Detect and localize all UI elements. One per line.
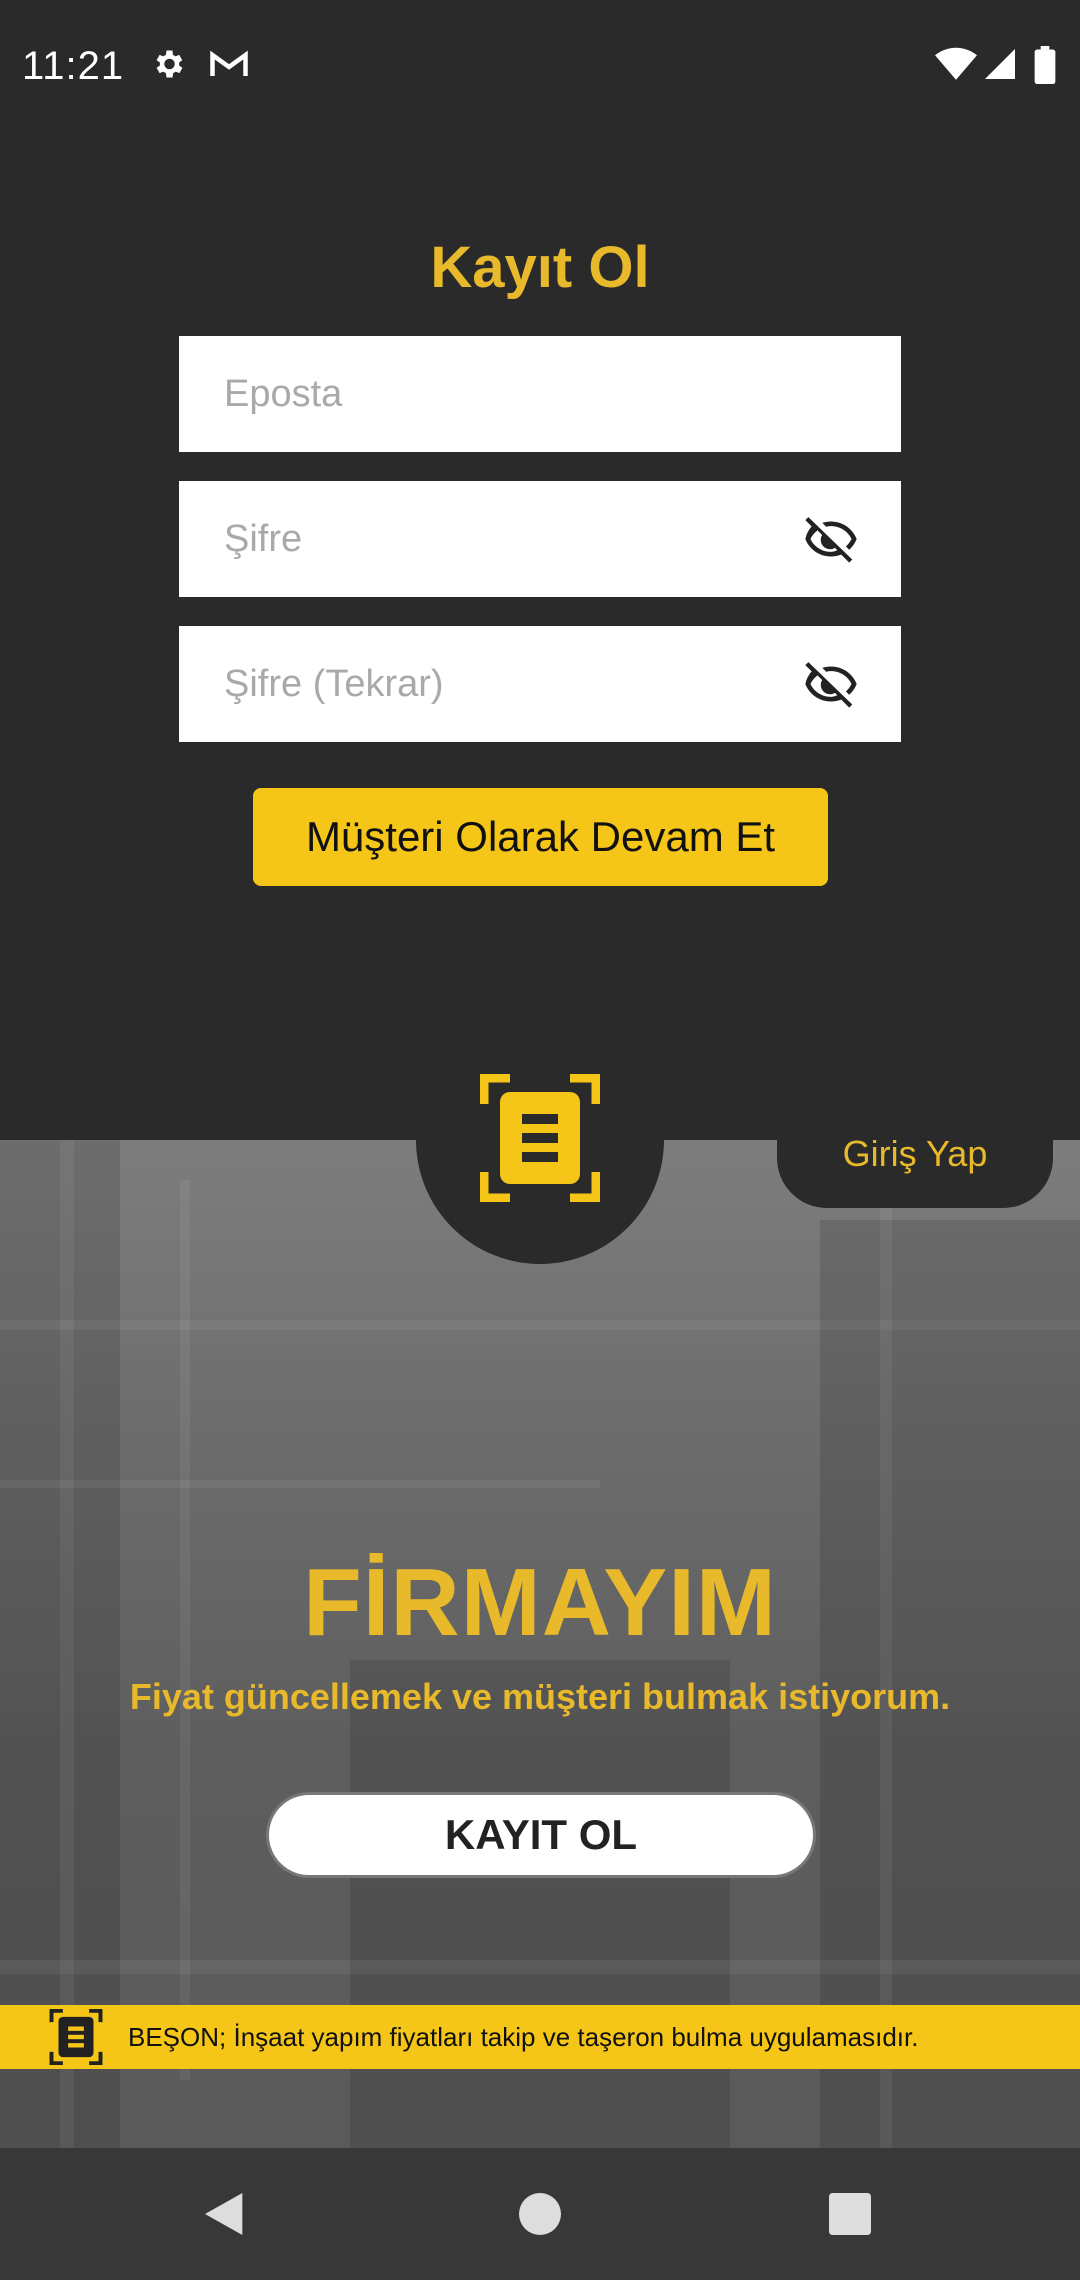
- visibility-off-icon[interactable]: [803, 511, 859, 567]
- password-field[interactable]: [179, 481, 901, 597]
- login-button[interactable]: Giriş Yap: [777, 1078, 1053, 1208]
- recents-icon[interactable]: [822, 2186, 878, 2242]
- signal-icon: [985, 49, 1015, 79]
- info-banner: BEŞON; İnşaat yapım fiyatları takip ve t…: [0, 2005, 1080, 2069]
- email-input[interactable]: [224, 336, 784, 452]
- continue-as-customer-button[interactable]: Müşteri Olarak Devam Et: [253, 788, 828, 886]
- gmail-icon: [210, 50, 248, 76]
- back-icon[interactable]: [198, 2186, 254, 2242]
- logo-badge: [416, 1016, 664, 1264]
- settings-icon: [156, 50, 183, 78]
- password-repeat-field[interactable]: [179, 626, 901, 742]
- status-time: 11:21: [22, 44, 125, 88]
- firm-title: FİRMAYIM: [303, 1549, 777, 1656]
- banner-text: BEŞON; İnşaat yapım fiyatları takip ve t…: [128, 2022, 919, 2052]
- password-input[interactable]: [224, 481, 784, 597]
- firm-register-button[interactable]: KAYIT OL: [266, 1792, 816, 1878]
- banner-logo-icon: [49, 2009, 103, 2065]
- email-field[interactable]: [179, 336, 901, 452]
- register-title: Kayıt Ol: [430, 235, 650, 300]
- visibility-off-icon[interactable]: [803, 656, 859, 712]
- login-label: Giriş Yap: [842, 1133, 988, 1174]
- status-bar: 11:21: [0, 0, 1080, 136]
- password-repeat-input[interactable]: [224, 626, 784, 742]
- app-logo-icon: [480, 1074, 600, 1202]
- navigation-bar: [0, 2148, 1080, 2280]
- battery-icon: [1034, 46, 1056, 84]
- firm-subtitle: Fiyat güncellemek ve müşteri bulmak isti…: [129, 1676, 951, 1717]
- home-icon[interactable]: [512, 2186, 568, 2242]
- wifi-icon: [935, 47, 977, 80]
